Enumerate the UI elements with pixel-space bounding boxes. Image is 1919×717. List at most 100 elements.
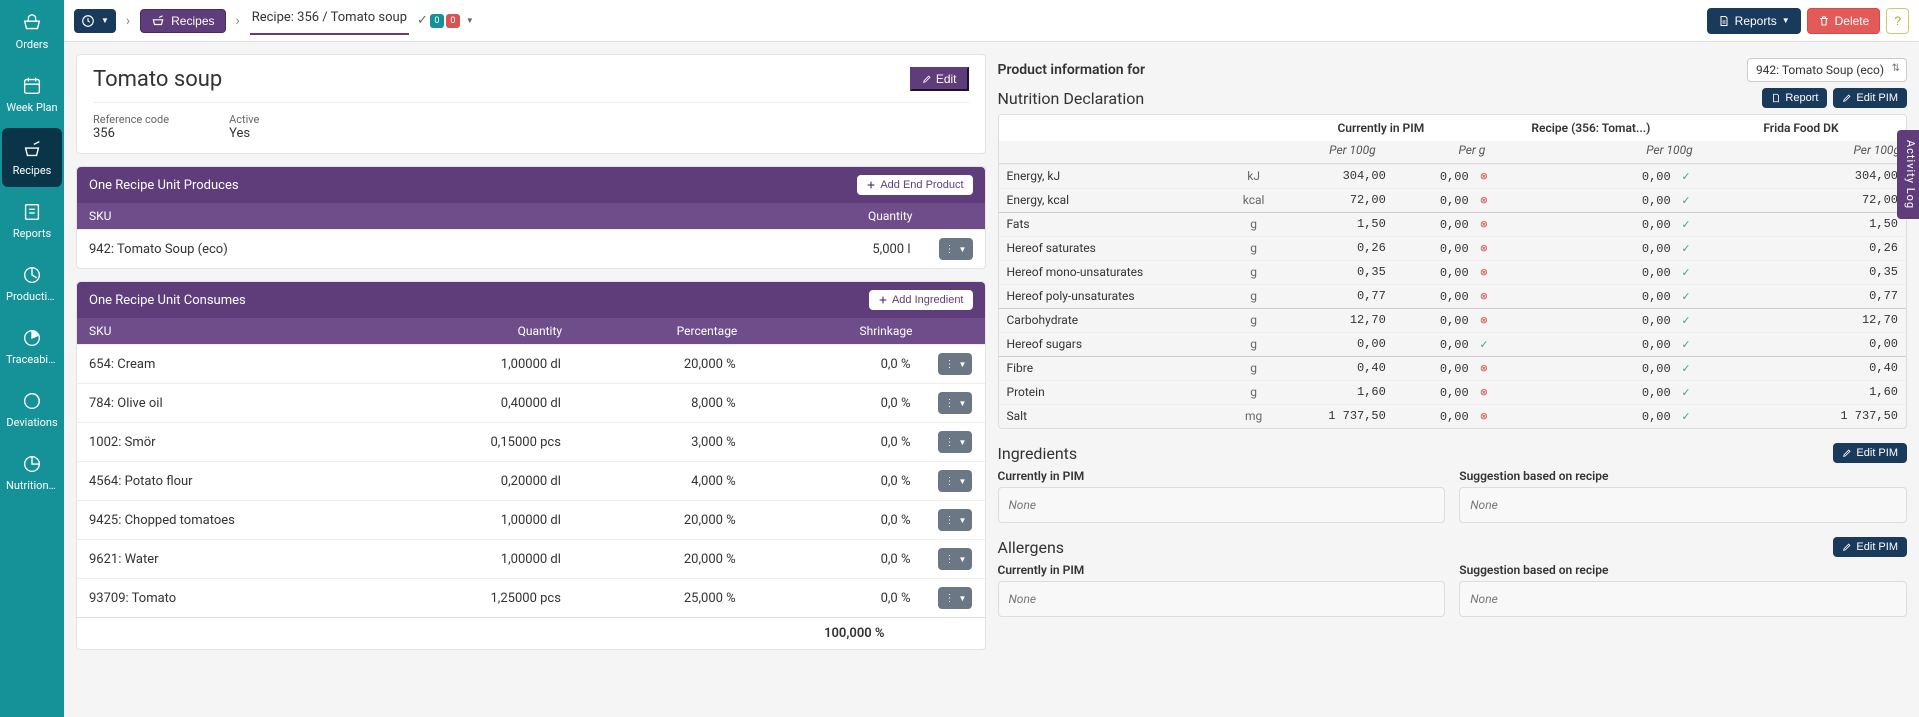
pim-value: 1 737,50 [1286, 405, 1392, 428]
recipe-value: 0,00 ✓ [1498, 333, 1702, 356]
sidebar-item-productio-[interactable]: Productio... [2, 254, 62, 313]
sidebar-item-traceability[interactable]: Traceability [2, 317, 62, 376]
row-menu-button[interactable]: ⋮▼ [938, 392, 972, 414]
nutrition-row: Protein g 1,60 0,00 ⊗ 0,00 ✓ 1,60 [999, 380, 1907, 404]
row-menu-button[interactable]: ⋮▼ [938, 470, 972, 492]
perg-value: 0,00 ⊗ [1392, 237, 1498, 260]
shr-cell: 0,0 % [736, 357, 931, 372]
pim-value: 0,35 [1286, 261, 1392, 284]
frida-value: 0,35 [1702, 261, 1906, 284]
pim-value: 1,60 [1286, 381, 1392, 404]
head-recipe: Recipe (356: Tomat...) [1486, 115, 1696, 141]
sidebar-icon [21, 390, 43, 412]
pct-cell: 25,000 % [561, 591, 736, 606]
qty-cell: 1,00000 dl [386, 552, 561, 567]
allergens-pim-value: None [998, 581, 1446, 617]
qty-cell: 1,00000 dl [386, 513, 561, 528]
nutrient-unit: g [1221, 357, 1285, 380]
active-label: Active [229, 113, 259, 126]
edit-pim-nutrition-button[interactable]: Edit PIM [1833, 88, 1907, 108]
frida-value: 0,26 [1702, 237, 1906, 260]
nutrient-name: Protein [999, 381, 1222, 404]
check-icon: ✓ [1678, 409, 1694, 424]
recipes-chip[interactable]: Recipes [140, 9, 225, 33]
recipe-value: 0,00 ✓ [1498, 189, 1702, 212]
activity-log-tab[interactable]: Activity Log [1897, 130, 1919, 219]
col-qty: Quantity [707, 209, 973, 223]
pct-cell: 4,000 % [561, 474, 736, 489]
sku-cell: 654: Cream [89, 357, 386, 372]
status-badges[interactable]: ✓ 0 0 ▼ [417, 13, 474, 28]
nutrition-table: Currently in PIM Recipe (356: Tomat...) … [998, 114, 1908, 429]
ingredients-suggestion-value: None [1459, 487, 1907, 523]
nutrient-unit: g [1221, 381, 1285, 404]
nutrient-name: Salt [999, 405, 1222, 428]
frida-value: 0,77 [1702, 285, 1906, 308]
nutrient-unit: g [1221, 261, 1285, 284]
frida-value: 0,40 [1702, 357, 1906, 380]
row-menu-button[interactable]: ⋮▼ [938, 548, 972, 570]
edit-recipe-button[interactable]: Edit [910, 67, 968, 91]
help-button[interactable]: ? [1886, 8, 1909, 34]
col-shr: Shrinkage [737, 324, 972, 338]
sidebar-icon [21, 264, 43, 286]
nutrient-unit: g [1221, 333, 1285, 356]
topbar: ▼ › Recipes › Recipe: 356 / Tomato soup … [64, 0, 1919, 42]
row-menu-button[interactable]: ⋮▼ [938, 509, 972, 531]
delete-button[interactable]: Delete [1807, 8, 1881, 34]
frida-value: 1,50 [1702, 213, 1906, 236]
edit-pim-allergens-button[interactable]: Edit PIM [1833, 537, 1907, 557]
perg-value: 0,00 ⊗ [1392, 189, 1498, 212]
pct-cell: 20,000 % [561, 513, 736, 528]
caret-down-icon: ▼ [1782, 16, 1790, 25]
row-menu-button[interactable]: ⋮▼ [938, 431, 972, 453]
row-menu-button[interactable]: ⋮▼ [939, 238, 973, 260]
qty-cell: 0,40000 dl [386, 396, 561, 411]
pim-value: 12,70 [1286, 309, 1392, 332]
product-select[interactable]: 942: Tomato Soup (eco) [1747, 58, 1907, 82]
check-icon: ✓ [1678, 217, 1694, 232]
row-menu-button[interactable]: ⋮▼ [938, 587, 972, 609]
row-menu-button[interactable]: ⋮▼ [938, 353, 972, 375]
pencil-icon [922, 74, 932, 84]
cur-pim-label: Currently in PIM [998, 563, 1446, 577]
check-icon: ✓ [1678, 169, 1694, 184]
per100-2: Per 100g [1491, 141, 1698, 163]
produces-header: One Recipe Unit Produces [89, 178, 239, 193]
sidebar-icon [21, 453, 43, 475]
table-row: 654: Cream 1,00000 dl 20,000 % 0,0 % ⋮▼ [77, 344, 985, 383]
shr-cell: 0,0 % [736, 552, 931, 567]
sidebar-item-reports[interactable]: Reports [2, 191, 62, 250]
caret-down-icon: ▼ [101, 16, 109, 25]
sku-cell: 9425: Chopped tomatoes [89, 513, 386, 528]
sku-cell: 4564: Potato flour [89, 474, 386, 489]
sidebar-item-nutrition-[interactable]: Nutrition ... [2, 443, 62, 502]
frida-value: 1 737,50 [1702, 405, 1906, 428]
error-icon: ⊗ [1476, 385, 1492, 400]
add-end-product-button[interactable]: Add End Product [857, 175, 972, 195]
perg-value: 0,00 ✓ [1392, 333, 1498, 356]
recipe-value: 0,00 ✓ [1498, 309, 1702, 332]
frida-value: 0,00 [1702, 333, 1906, 356]
nutrition-row: Carbohydrate g 12,70 0,00 ⊗ 0,00 ✓ 12,70 [999, 308, 1907, 332]
edit-pim-ingredients-button[interactable]: Edit PIM [1833, 443, 1907, 463]
sidebar-item-week-plan[interactable]: Week Plan [2, 65, 62, 124]
reports-button[interactable]: Reports ▼ [1707, 8, 1801, 34]
nutrition-row: Fibre g 0,40 0,00 ⊗ 0,00 ✓ 0,40 [999, 356, 1907, 380]
perg-value: 0,00 ⊗ [1392, 285, 1498, 308]
nutrient-name: Hereof mono-unsaturates [999, 261, 1222, 284]
ref-code-label: Reference code [93, 113, 169, 126]
history-button[interactable]: ▼ [74, 9, 116, 33]
pct-cell: 8,000 % [561, 396, 736, 411]
sidebar-item-deviations[interactable]: Deviations [2, 380, 62, 439]
nutrient-unit: mg [1221, 405, 1285, 428]
pim-value: 0,00 [1286, 333, 1392, 356]
plus-icon [878, 295, 888, 305]
sku-cell: 9621: Water [89, 552, 386, 567]
sidebar-item-recipes[interactable]: Recipes [2, 128, 62, 187]
qty-cell: 1,25000 pcs [386, 591, 561, 606]
add-ingredient-button[interactable]: Add Ingredient [869, 290, 973, 310]
shr-cell: 0,0 % [736, 435, 931, 450]
sidebar-item-orders[interactable]: Orders [2, 2, 62, 61]
nutrition-report-button[interactable]: Report [1762, 88, 1827, 108]
